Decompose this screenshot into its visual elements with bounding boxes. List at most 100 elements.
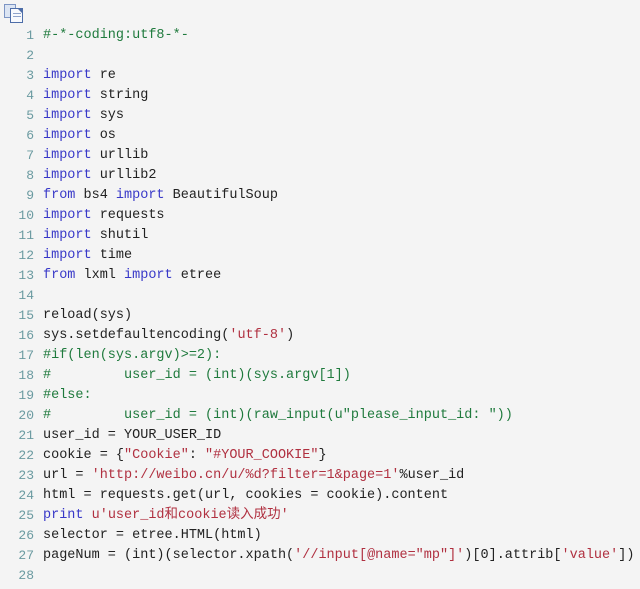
line-content: print u'user_id和cookie读入成功' — [43, 506, 640, 526]
code-token-com: #-*-coding:utf8-*- — [43, 28, 189, 43]
code-token-pln: ]) — [618, 548, 635, 563]
code-token-pln: )[0].attrib[ — [464, 548, 562, 563]
line-number: 10 — [18, 208, 34, 223]
code-line[interactable]: 9 from bs4 import BeautifulSoup — [0, 186, 640, 206]
code-token-pln: ) — [286, 328, 295, 343]
line-number: 19 — [18, 388, 34, 403]
code-line[interactable]: 6 import os — [0, 126, 640, 146]
code-token-str: 'http://weibo.cn/u/%d?filter=1&page=1' — [91, 468, 400, 483]
line-content: html = requests.get(url, cookies = cooki… — [43, 486, 640, 506]
code-line[interactable]: 12 import time — [0, 246, 640, 266]
code-line[interactable]: 7 import urllib — [0, 146, 640, 166]
line-number: 8 — [26, 168, 34, 183]
code-token-pln: sys — [91, 108, 125, 123]
line-content: pageNum = (int)(selector.xpath('//input[… — [43, 546, 640, 566]
line-content: import urllib — [43, 146, 640, 166]
line-content: import urllib2 — [43, 166, 640, 186]
line-number: 17 — [18, 348, 34, 363]
code-token-pln: etree — [172, 268, 222, 283]
line-content: import re — [43, 66, 640, 86]
line-content: #-*-coding:utf8-*- — [43, 26, 640, 46]
code-line[interactable]: 17 #if(len(sys.argv)>=2): — [0, 346, 640, 366]
code-token-kw: import — [43, 248, 92, 263]
code-line[interactable]: 3 import re — [0, 66, 640, 86]
code-line[interactable]: 11 import shutil — [0, 226, 640, 246]
code-token-kw: import — [43, 88, 92, 103]
code-token-kw: import — [43, 148, 92, 163]
code-line[interactable]: 8 import urllib2 — [0, 166, 640, 186]
code-token-kw: from — [43, 268, 76, 283]
line-content: reload(sys) — [43, 306, 640, 326]
line-number: 24 — [18, 488, 34, 503]
code-token-pln: shutil — [91, 228, 149, 243]
code-token-pln: selector = etree.HTML(html) — [43, 528, 262, 543]
code-line[interactable]: 21 user_id = YOUR_USER_ID — [0, 426, 640, 446]
code-token-str: 'utf-8' — [229, 328, 287, 343]
code-token-str: '//input[@name="mp"]' — [294, 548, 465, 563]
copy-icon[interactable] — [4, 3, 26, 23]
code-token-kw: import — [43, 68, 92, 83]
line-content: url = 'http://weibo.cn/u/%d?filter=1&pag… — [43, 466, 640, 486]
code-line[interactable]: 24 html = requests.get(url, cookies = coo… — [0, 486, 640, 506]
line-number: 2 — [26, 48, 34, 63]
line-number: 25 — [18, 508, 34, 523]
line-content: from bs4 import BeautifulSoup — [43, 186, 640, 206]
code-token-pln: pageNum = (int)(selector.xpath( — [43, 548, 295, 563]
code-token-kw: import — [43, 208, 92, 223]
code-line[interactable]: 20 # user_id = (int)(raw_input(u"please_i… — [0, 406, 640, 426]
copy-icon-fold — [17, 8, 23, 14]
code-line[interactable]: 15 reload(sys) — [0, 306, 640, 326]
code-token-com: # user_id = (int)(sys.argv[1]) — [43, 368, 351, 383]
code-token-pln: string — [91, 88, 149, 103]
code-token-kw: import — [43, 128, 92, 143]
line-content: user_id = YOUR_USER_ID — [43, 426, 640, 446]
code-token-str: "Cookie" — [124, 448, 189, 463]
code-line[interactable]: 13 from lxml import etree — [0, 266, 640, 286]
line-number: 5 — [26, 108, 34, 123]
code-token-str: u'user_id和cookie读入成功' — [91, 508, 289, 523]
code-token-kw: from — [43, 188, 76, 203]
code-token-kw: import — [43, 168, 92, 183]
code-line[interactable]: 19 #else: — [0, 386, 640, 406]
code-line[interactable]: 5 import sys — [0, 106, 640, 126]
code-token-pln: : — [188, 448, 206, 463]
code-line[interactable]: 14 — [0, 286, 640, 306]
line-number: 16 — [18, 328, 34, 343]
line-number: 1 — [26, 28, 34, 43]
code-line[interactable]: 18 # user_id = (int)(sys.argv[1]) — [0, 366, 640, 386]
code-line[interactable]: 26 selector = etree.HTML(html) — [0, 526, 640, 546]
code-token-pln: cookie = { — [43, 448, 125, 463]
code-line[interactable]: 16 sys.setdefaultencoding('utf-8') — [0, 326, 640, 346]
code-token-kw: import — [115, 188, 165, 203]
code-token-pln: os — [91, 128, 116, 143]
line-number: 22 — [18, 448, 34, 463]
code-line[interactable]: 4 import string — [0, 86, 640, 106]
code-line[interactable]: 22 cookie = {"Cookie": "#YOUR_COOKIE"} — [0, 446, 640, 466]
code-line[interactable]: 23 url = 'http://weibo.cn/u/%d?filter=1&p… — [0, 466, 640, 486]
snippet-toolbar — [4, 3, 32, 25]
code-line[interactable]: 25 print u'user_id和cookie读入成功' — [0, 506, 640, 526]
code-line[interactable]: 27 pageNum = (int)(selector.xpath('//inpu… — [0, 546, 640, 566]
code-token-pln: html = requests.get(url, cookies = cooki… — [43, 488, 449, 503]
code-line[interactable]: 28 — [0, 566, 640, 586]
code-line[interactable]: 10 import requests — [0, 206, 640, 226]
line-number: 26 — [18, 528, 34, 543]
code-token-com: #if(len(sys.argv)>=2): — [43, 348, 222, 363]
line-content: import shutil — [43, 226, 640, 246]
code-line[interactable]: 1 #-*-coding:utf8-*- — [0, 26, 640, 46]
line-content: sys.setdefaultencoding('utf-8') — [43, 326, 640, 346]
code-token-pln: } — [318, 448, 327, 463]
code-token-pln: bs4 — [75, 188, 116, 203]
code-token-pln: requests — [91, 208, 165, 223]
line-content: from lxml import etree — [43, 266, 640, 286]
code-token-pln: url = — [43, 468, 92, 483]
line-content: cookie = {"Cookie": "#YOUR_COOKIE"} — [43, 446, 640, 466]
line-content: import string — [43, 86, 640, 106]
line-content: import time — [43, 246, 640, 266]
line-number: 6 — [26, 128, 34, 143]
code-line[interactable]: 2 — [0, 46, 640, 66]
line-content: #if(len(sys.argv)>=2): — [43, 346, 640, 366]
line-content: import requests — [43, 206, 640, 226]
code-token-kw: import — [43, 228, 92, 243]
code-token-kw: import — [43, 108, 92, 123]
